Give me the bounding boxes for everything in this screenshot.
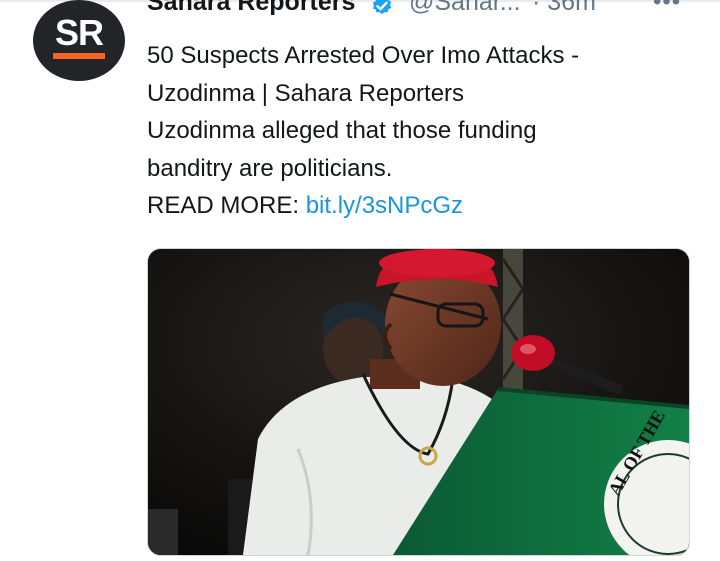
account-name[interactable]: Sahara Reporters xyxy=(147,0,355,17)
tweet-header: Sahara Reporters @Sahar... · 36m ••• xyxy=(147,0,707,22)
more-options-icon[interactable]: ••• xyxy=(653,0,681,16)
read-more-line: READ MORE: bit.ly/3sNPcGz xyxy=(147,187,687,225)
verified-badge-icon xyxy=(370,0,394,18)
avatar-logo-bar xyxy=(53,53,105,59)
tweet-text-line: Uzodinma | Sahara Reporters xyxy=(147,79,465,107)
avatar[interactable]: SR xyxy=(33,0,125,81)
tweet-text-line: 50 Suspects Arrested Over Imo Attacks - xyxy=(147,42,580,69)
tweet-link[interactable]: bit.ly/3sNPcGz xyxy=(306,192,463,219)
avatar-logo-text: SR xyxy=(54,12,104,53)
photo-illustration: AL OF THE xyxy=(148,249,689,555)
tweet-text-line: banditry are politicians. xyxy=(147,154,393,182)
tweet-media-photo[interactable]: AL OF THE xyxy=(147,248,690,556)
tweet-text: 50 Suspects Arrested Over Imo Attacks - … xyxy=(147,37,687,225)
read-more-label: READ MORE: xyxy=(147,192,306,219)
tweet-timestamp[interactable]: · 36m xyxy=(532,0,596,17)
tweet-text-line: Uzodinma alleged that those funding xyxy=(147,117,537,144)
account-handle[interactable]: @Sahar... xyxy=(409,0,521,17)
